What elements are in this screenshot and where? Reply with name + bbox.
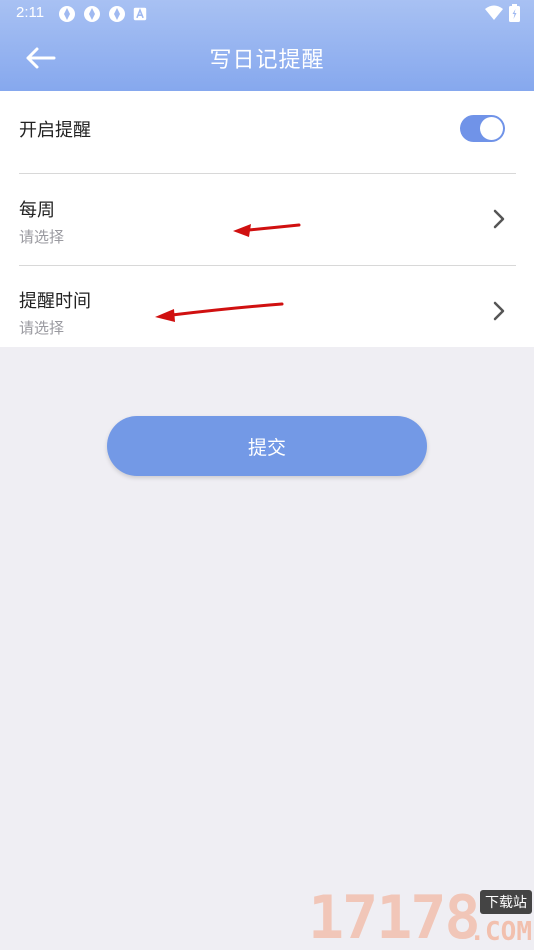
screen: 2:11 写日记提醒 开启提醒 每周 请选择 提醒时间 请选择 提交 17178… xyxy=(0,0,534,950)
aperture-icon xyxy=(84,6,100,22)
watermark-tag: 下载站 xyxy=(480,890,532,914)
battery-icon xyxy=(509,4,520,22)
reminder-time-label: 提醒时间 xyxy=(19,291,91,312)
reminder-toggle[interactable] xyxy=(460,115,505,142)
weekly-value: 请选择 xyxy=(19,228,65,246)
reminder-time-row[interactable]: 提醒时间 请选择 xyxy=(19,266,516,347)
status-bar: 2:11 xyxy=(0,0,534,28)
watermark-digits: 17178 xyxy=(308,883,481,950)
chevron-right-icon xyxy=(493,301,505,321)
app-header: 2:11 写日记提醒 xyxy=(0,0,534,91)
weekly-label: 每周 xyxy=(19,200,55,221)
weekly-row[interactable]: 每周 请选择 xyxy=(19,174,516,265)
reminder-toggle-label: 开启提醒 xyxy=(19,120,91,141)
toggle-knob xyxy=(480,117,503,140)
reminder-time-value: 请选择 xyxy=(19,319,65,337)
watermark-suffix: .COM xyxy=(469,917,532,947)
notification-icons xyxy=(58,5,147,23)
reminder-toggle-row: 开启提醒 xyxy=(19,91,516,173)
system-icons xyxy=(485,4,520,22)
chevron-right-icon xyxy=(493,209,505,229)
site-watermark: 17178 下载站 .COM xyxy=(308,886,534,950)
aperture-icon xyxy=(59,6,75,22)
wifi-icon xyxy=(485,5,503,20)
font-icon xyxy=(133,7,147,21)
aperture-icon xyxy=(109,6,125,22)
page-title: 写日记提醒 xyxy=(209,48,325,73)
submit-button[interactable]: 提交 xyxy=(107,416,427,476)
status-time: 2:11 xyxy=(16,4,45,21)
settings-card: 开启提醒 每周 请选择 提醒时间 请选择 xyxy=(0,91,534,347)
